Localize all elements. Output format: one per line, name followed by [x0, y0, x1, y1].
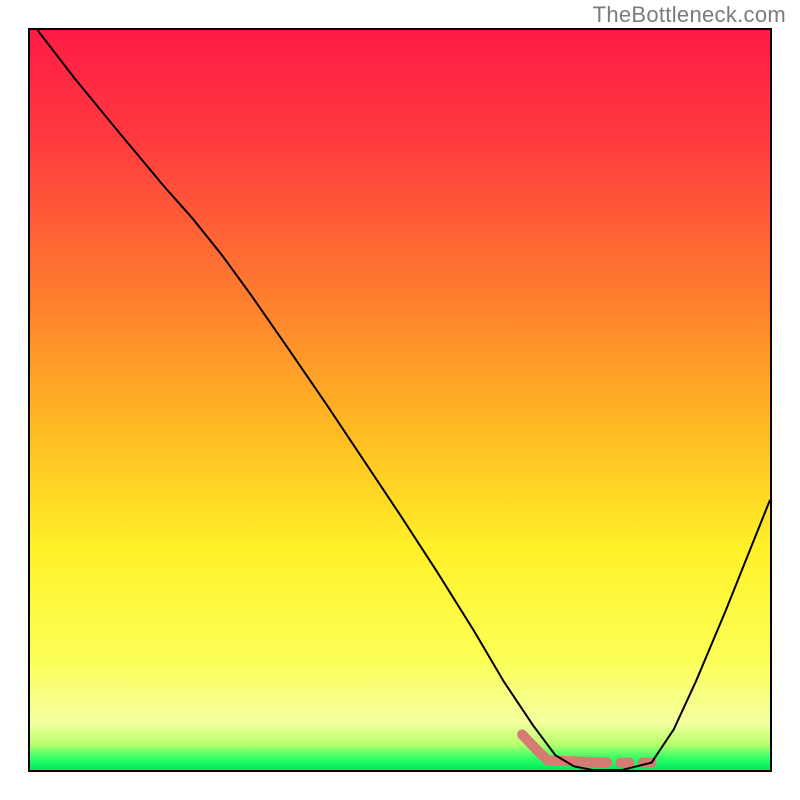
chart-svg	[30, 30, 770, 770]
watermark-text: TheBottleneck.com	[593, 2, 786, 28]
chart-wrap: TheBottleneck.com	[0, 0, 800, 800]
gradient-background	[30, 30, 770, 770]
plot-area	[28, 28, 772, 772]
